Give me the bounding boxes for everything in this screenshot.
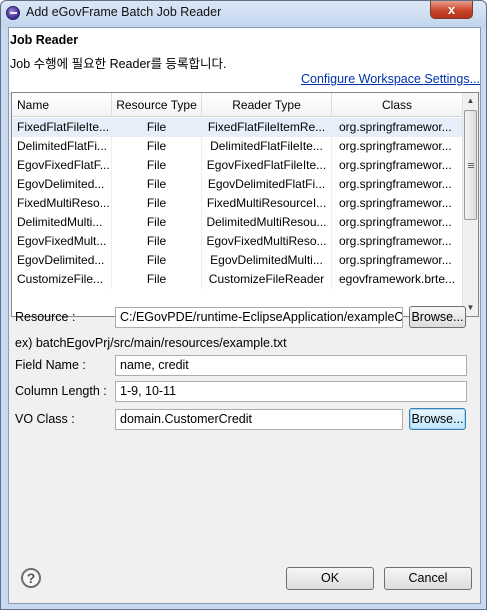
table-row[interactable]: DelimitedMulti... File DelimitedMultiRes… — [12, 213, 463, 232]
dialog-body: Job Reader Job 수행에 필요한 Reader를 등록합니다. Co… — [8, 27, 481, 604]
table-row[interactable]: EgovFixedFlatF... File EgovFixedFlatFile… — [12, 156, 463, 175]
table-row[interactable]: CustomizeFile... File CustomizeFileReade… — [12, 270, 463, 289]
configure-workspace-link[interactable]: Configure Workspace Settings... — [301, 72, 480, 86]
cell-name: DelimitedMulti... — [12, 213, 112, 232]
page-description: Job 수행에 필요한 Reader를 등록합니다. — [10, 57, 227, 71]
cell-reader-type: EgovFixedMultiReso... — [202, 232, 332, 251]
cell-reader-type: EgovDelimitedMulti... — [202, 251, 332, 270]
column-length-label: Column Length : — [15, 384, 107, 398]
resource-field[interactable]: C:/EGovPDE/runtime-EclipseApplication/ex… — [115, 307, 403, 328]
cell-resource-type: File — [112, 194, 202, 213]
cell-reader-type: EgovDelimitedFlatFi... — [202, 175, 332, 194]
cell-name: EgovDelimited... — [12, 251, 112, 270]
cell-name: FixedMultiReso... — [12, 194, 112, 213]
vo-class-field[interactable]: domain.CustomerCredit — [115, 409, 403, 430]
cell-reader-type: EgovFixedFlatFileIte... — [202, 156, 332, 175]
table-row[interactable]: DelimitedFlatFi... File DelimitedFlatFil… — [12, 137, 463, 156]
reader-table[interactable]: Name Resource Type Reader Type Class Fix… — [11, 92, 479, 317]
scroll-up-icon[interactable]: ▲ — [463, 93, 478, 109]
column-length-input[interactable]: 1-9, 10-11 — [115, 381, 467, 402]
ok-button[interactable]: OK — [286, 567, 374, 590]
header-banner: Job Reader Job 수행에 필요한 Reader를 등록합니다. Co… — [9, 28, 480, 94]
window-title: Add eGovFrame Batch Job Reader — [26, 5, 222, 19]
eclipse-icon — [6, 6, 20, 20]
help-icon[interactable]: ? — [21, 568, 41, 588]
field-name-label: Field Name : — [15, 358, 86, 372]
column-header-resource-type[interactable]: Resource Type — [112, 93, 202, 117]
table-row[interactable]: EgovFixedMult... File EgovFixedMultiReso… — [12, 232, 463, 251]
cell-class: org.springframewor... — [339, 253, 452, 267]
cell-class: org.springframewor... — [339, 139, 452, 153]
cell-resource-type: File — [112, 251, 202, 270]
cell-class: org.springframewor... — [339, 215, 452, 229]
table-header: Name Resource Type Reader Type Class — [12, 93, 463, 117]
cell-name: DelimitedFlatFi... — [12, 137, 112, 156]
cell-reader-type: DelimitedFlatFileIte... — [202, 137, 332, 156]
cell-class: org.springframewor... — [339, 196, 452, 210]
cell-class: org.springframewor... — [339, 177, 452, 191]
scrollbar-thumb[interactable] — [464, 110, 477, 220]
close-button[interactable]: x — [430, 1, 473, 19]
table-row[interactable]: FixedFlatFileIte... File FixedFlatFileIt… — [12, 118, 463, 137]
cancel-button[interactable]: Cancel — [384, 567, 472, 590]
table-scrollbar[interactable]: ▲ ▼ — [462, 93, 478, 316]
cell-class: org.springframewor... — [339, 158, 452, 172]
cell-resource-type: File — [112, 175, 202, 194]
cell-class: org.springframewor... — [339, 120, 452, 134]
field-name-input[interactable]: name, credit — [115, 355, 467, 376]
vo-class-browse-button[interactable]: Browse... — [409, 408, 466, 430]
vo-class-label: VO Class : — [15, 412, 75, 426]
title-bar: Add eGovFrame Batch Job Reader x — [1, 1, 486, 27]
cell-reader-type: DelimitedMultiResou... — [202, 213, 332, 232]
cell-name: EgovFixedMult... — [12, 232, 112, 251]
column-header-reader-type[interactable]: Reader Type — [202, 93, 332, 117]
cell-resource-type: File — [112, 118, 202, 137]
cell-reader-type: FixedMultiResourceI... — [202, 194, 332, 213]
cell-class: org.springframewor... — [339, 234, 452, 248]
cell-resource-type: File — [112, 213, 202, 232]
page-title: Job Reader — [10, 33, 79, 47]
cell-resource-type: File — [112, 270, 202, 289]
resource-label: Resource : — [15, 310, 76, 324]
column-header-name[interactable]: Name — [12, 93, 112, 117]
cell-resource-type: File — [112, 232, 202, 251]
cell-name: EgovDelimited... — [12, 175, 112, 194]
table-row[interactable]: FixedMultiReso... File FixedMultiResourc… — [12, 194, 463, 213]
cell-name: EgovFixedFlatF... — [12, 156, 112, 175]
table-row[interactable]: EgovDelimited... File EgovDelimitedMulti… — [12, 251, 463, 270]
cell-name: FixedFlatFileIte... — [12, 118, 112, 137]
cell-class: egovframework.brte... — [339, 272, 456, 286]
cell-reader-type: CustomizeFileReader — [202, 270, 332, 289]
dialog-window: Add eGovFrame Batch Job Reader x Job Rea… — [0, 0, 487, 610]
resource-browse-button[interactable]: Browse... — [409, 306, 466, 328]
cell-name: CustomizeFile... — [12, 270, 112, 289]
cell-resource-type: File — [112, 137, 202, 156]
table-row[interactable]: EgovDelimited... File EgovDelimitedFlatF… — [12, 175, 463, 194]
example-path-text: ex) batchEgovPrj/src/main/resources/exam… — [15, 336, 287, 350]
column-header-class[interactable]: Class — [332, 93, 463, 117]
cell-resource-type: File — [112, 156, 202, 175]
cell-reader-type: FixedFlatFileItemRe... — [202, 118, 332, 137]
